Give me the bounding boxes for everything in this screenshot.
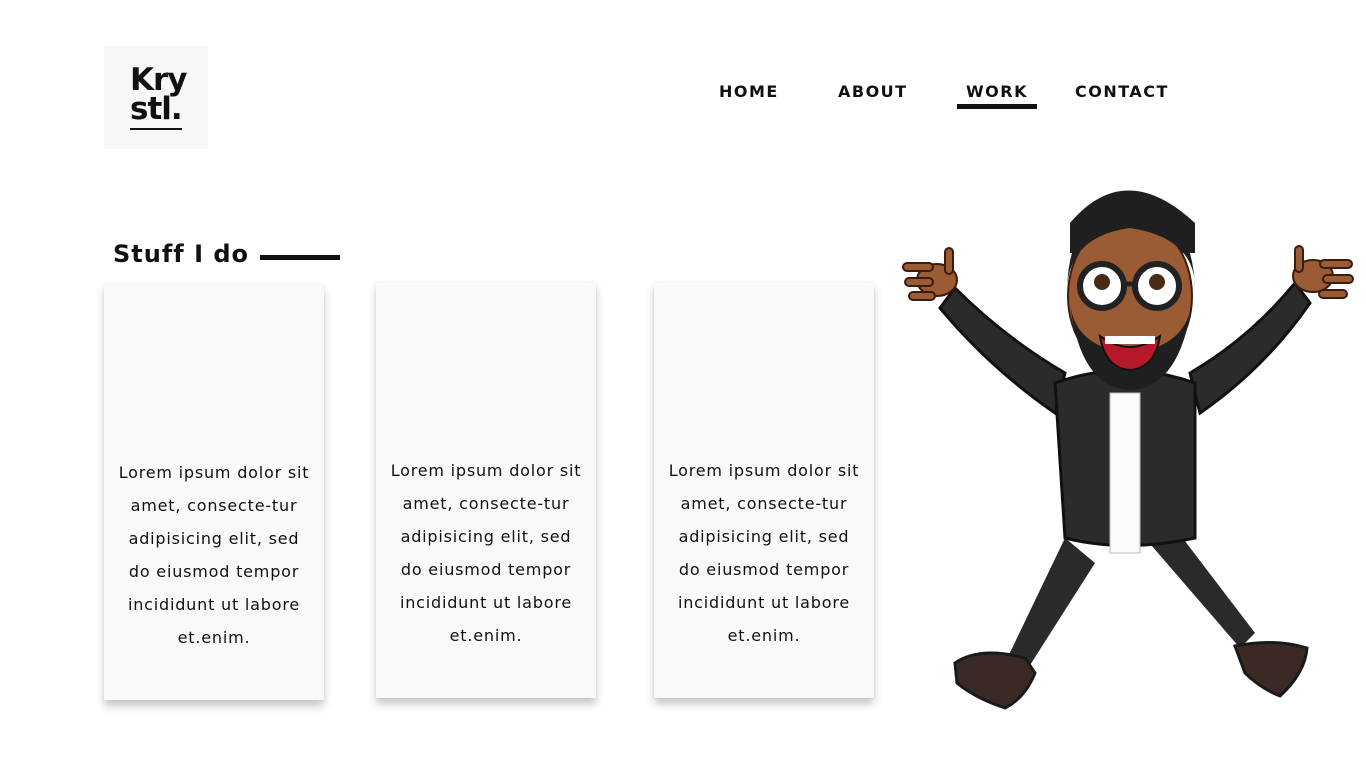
logo-line-2: stl. <box>130 91 183 127</box>
nav-active-indicator <box>957 104 1037 109</box>
logo-text: Kry stl. <box>130 65 188 127</box>
cartoon-avatar-jumping-icon <box>902 190 1354 710</box>
card-text: Lorem ipsum dolor sit amet, consecte-tur… <box>668 461 860 645</box>
service-card-3[interactable]: Lorem ipsum dolor sit amet, consecte-tur… <box>654 282 874 698</box>
nav-home[interactable]: HOME <box>719 82 779 101</box>
section-title: Stuff I do <box>113 240 250 268</box>
nav-work[interactable]: WORK <box>966 82 1028 101</box>
nav-about[interactable]: ABOUT <box>838 82 908 101</box>
nav-contact[interactable]: CONTACT <box>1075 82 1169 101</box>
logo-underline <box>130 128 182 130</box>
site-logo[interactable]: Kry stl. <box>104 46 208 149</box>
portfolio-page: Kry stl. HOME ABOUT WORK CONTACT Stuff I… <box>0 0 1366 768</box>
card-text: Lorem ipsum dolor sit amet, consecte-tur… <box>118 463 310 647</box>
title-rule <box>260 255 340 260</box>
card-text: Lorem ipsum dolor sit amet, consecte-tur… <box>390 461 582 645</box>
service-card-1[interactable]: Lorem ipsum dolor sit amet, consecte-tur… <box>104 284 324 700</box>
service-card-2[interactable]: Lorem ipsum dolor sit amet, consecte-tur… <box>376 282 596 698</box>
